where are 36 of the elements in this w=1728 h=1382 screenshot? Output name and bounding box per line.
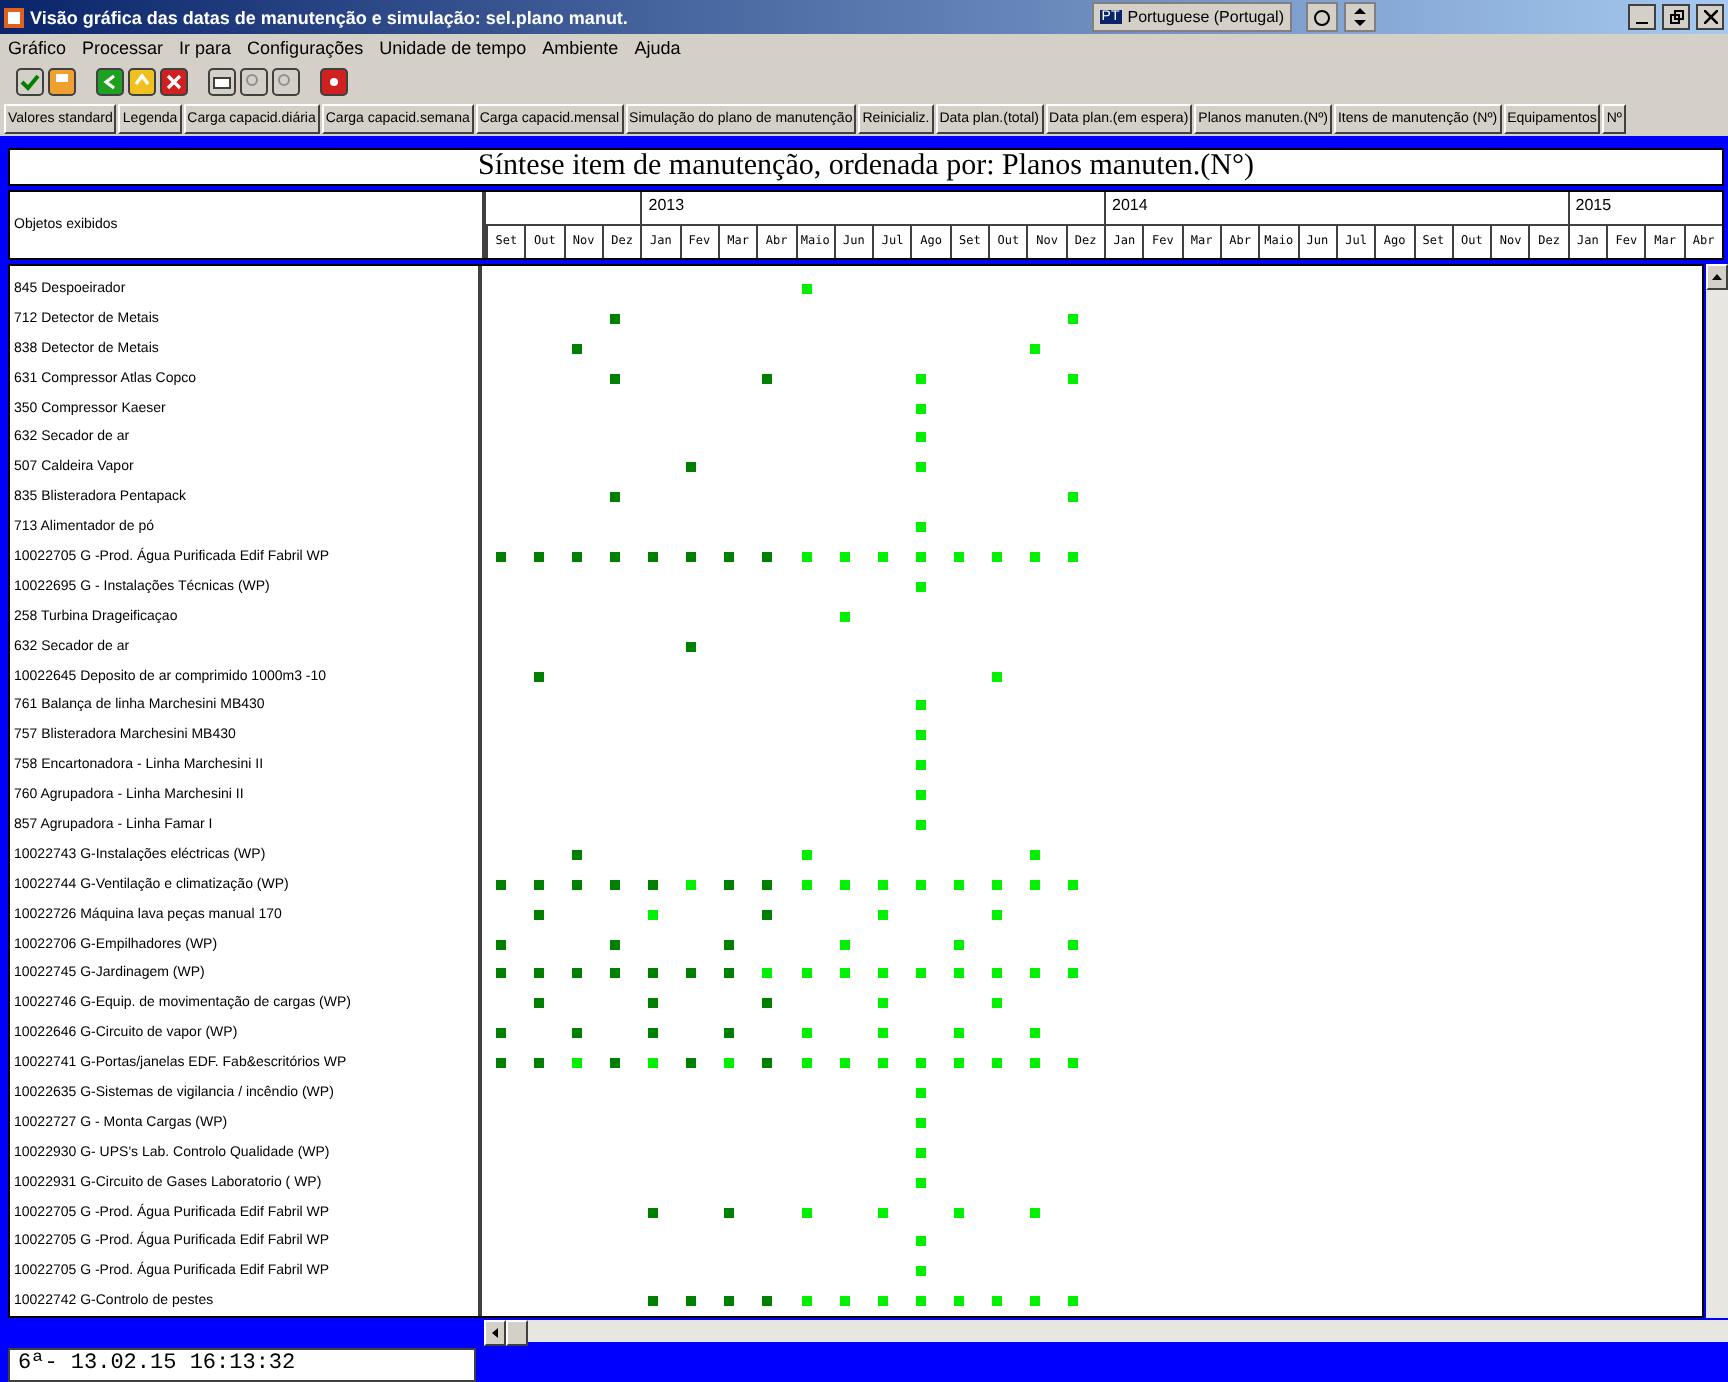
year-label: 2014 <box>1104 192 1568 225</box>
scroll-thumb[interactable] <box>506 1320 528 1346</box>
spinner-button[interactable] <box>1344 2 1376 32</box>
menu-item[interactable]: Configurações <box>247 38 364 58</box>
year-label: 2015 <box>1567 192 1722 225</box>
app-icon <box>4 7 24 27</box>
up-down-icon <box>1354 8 1366 26</box>
minimize-button[interactable] <box>1628 4 1656 30</box>
menu-item[interactable]: Ambiente <box>542 38 619 58</box>
check-icon[interactable] <box>16 68 44 96</box>
language-label: Portuguese (Portugal) <box>1127 8 1284 26</box>
menu-item[interactable]: Processar <box>82 38 164 58</box>
close-icon <box>1703 10 1717 24</box>
help-icon <box>1314 9 1330 25</box>
restore-icon <box>1669 10 1683 24</box>
window-title: Visão gráfica das datas de manutenção e simulação: sel.plano manut. <box>30 7 630 27</box>
back-icon[interactable] <box>96 68 124 96</box>
help-button[interactable] <box>1306 2 1338 32</box>
cancel-icon[interactable] <box>160 68 188 96</box>
status-field: 6ª- 13.02.15 16:13:32 <box>8 1347 476 1381</box>
find-next-icon[interactable] <box>272 68 300 96</box>
scroll-up-icon[interactable] <box>1706 264 1728 290</box>
scroll-left-icon[interactable] <box>484 1320 506 1346</box>
save-icon[interactable] <box>48 68 76 96</box>
help-icon[interactable] <box>320 68 348 96</box>
menu-item[interactable]: Unidade de tempo <box>379 38 527 58</box>
restore-button[interactable] <box>1662 4 1690 30</box>
year-label: 2013 <box>640 192 1104 225</box>
up-icon[interactable] <box>128 68 156 96</box>
chart-title: Síntese item de manutenção, ordenada por: Planos manuten.(N°) <box>8 148 1724 186</box>
menu-item[interactable]: Ir para <box>179 38 232 58</box>
menu-item[interactable]: Ajuda <box>634 38 681 58</box>
find-icon[interactable] <box>240 68 268 96</box>
close-button[interactable] <box>1696 4 1724 30</box>
print-icon[interactable] <box>208 68 236 96</box>
menu-item[interactable]: Gráfico <box>8 38 67 58</box>
